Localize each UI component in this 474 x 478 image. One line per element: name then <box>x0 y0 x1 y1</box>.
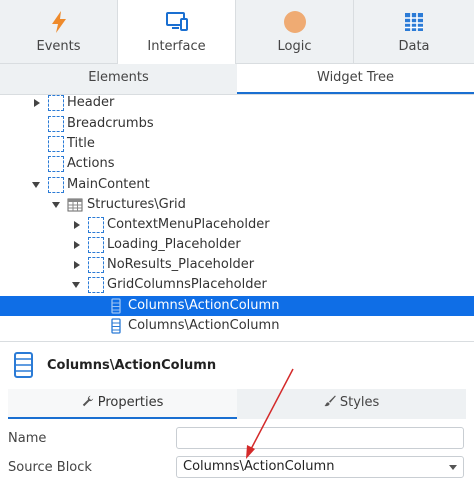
brush-icon <box>324 395 336 407</box>
table-icon <box>405 13 423 31</box>
caret-right-icon[interactable] <box>72 240 82 250</box>
name-label: Name <box>8 431 47 446</box>
tree-item-label: Loading_Placeholder <box>107 237 241 252</box>
caret-down-icon[interactable] <box>71 280 81 290</box>
placeholder-icon <box>88 257 104 273</box>
widget-tree: Header Breadcrumbs Title Actions MainCon… <box>0 95 474 340</box>
source-block-select[interactable]: Columns\ActionColumn <box>176 456 464 478</box>
tree-item-actioncolumn-selected[interactable]: Columns\ActionColumn <box>0 296 474 316</box>
tab-data[interactable]: Data <box>354 0 474 63</box>
placeholder-icon <box>88 277 104 293</box>
placeholder-icon <box>48 156 64 172</box>
tree-item-label: GridColumnsPlaceholder <box>107 277 267 292</box>
tree-item-actioncolumn[interactable]: Columns\ActionColumn <box>0 316 474 336</box>
tree-item-actions[interactable]: Actions <box>0 154 474 174</box>
source-block-label: Source Block <box>8 460 92 475</box>
caret-right-icon[interactable] <box>72 260 82 270</box>
tab-styles-label: Styles <box>339 395 380 410</box>
tree-item-label: Columns\ActionColumn <box>128 298 280 313</box>
tree-item-contextmenuplaceholder[interactable]: ContextMenuPlaceholder <box>0 215 474 235</box>
tree-item-label: MainContent <box>67 177 150 192</box>
tab-widget-tree[interactable]: Widget Tree <box>237 64 474 94</box>
block-icon <box>111 318 121 334</box>
grid-icon <box>67 198 83 212</box>
tree-item-label: Structures\Grid <box>87 197 186 212</box>
tree-item-label: Header <box>67 95 115 110</box>
monitor-icon <box>165 12 188 31</box>
name-field[interactable] <box>176 427 464 449</box>
block-icon <box>111 298 121 314</box>
caret-down-icon[interactable] <box>51 200 61 210</box>
placeholder-icon <box>88 237 104 253</box>
placeholder-icon <box>48 116 64 132</box>
tree-item-structures-grid[interactable]: Structures\Grid <box>0 195 474 215</box>
tab-data-label: Data <box>398 39 430 54</box>
tab-logic-label: Logic <box>277 39 312 54</box>
tree-item-title[interactable]: Title <box>0 134 474 154</box>
tree-item-breadcrumbs[interactable]: Breadcrumbs <box>0 114 474 134</box>
tree-item-label: Columns\ActionColumn <box>128 318 280 333</box>
properties-header: Columns\ActionColumn <box>0 342 474 388</box>
tab-properties[interactable]: Properties <box>8 389 237 419</box>
tree-item-gridcolumnsplaceholder[interactable]: GridColumnsPlaceholder <box>0 275 474 295</box>
block-icon <box>14 352 33 378</box>
tab-elements[interactable]: Elements <box>0 64 237 94</box>
top-tab-bar: Events Interface Logic Data <box>0 0 474 64</box>
tab-events[interactable]: Events <box>0 0 118 63</box>
tree-item-label: NoResults_Placeholder <box>107 257 255 272</box>
chevron-down-icon <box>449 465 457 470</box>
sub-tab-bar: Elements Widget Tree <box>0 64 474 95</box>
tree-item-noresults-placeholder[interactable]: NoResults_Placeholder <box>0 255 474 275</box>
tree-item-maincontent[interactable]: MainContent <box>0 175 474 195</box>
tab-properties-label: Properties <box>97 395 164 410</box>
circle-icon <box>283 11 306 33</box>
placeholder-icon <box>48 136 64 152</box>
tree-item-header[interactable]: Header <box>0 95 474 113</box>
tab-logic[interactable]: Logic <box>236 0 354 63</box>
lightning-icon <box>51 11 66 33</box>
tree-item-loading-placeholder[interactable]: Loading_Placeholder <box>0 235 474 255</box>
properties-title: Columns\ActionColumn <box>47 358 217 373</box>
tab-events-label: Events <box>36 39 81 54</box>
caret-right-icon[interactable] <box>72 220 82 230</box>
tree-item-label: Breadcrumbs <box>67 116 154 131</box>
placeholder-icon <box>48 95 64 111</box>
tab-styles[interactable]: Styles <box>237 389 466 419</box>
tree-item-label: Actions <box>67 156 115 171</box>
placeholder-icon <box>48 177 64 193</box>
tab-interface[interactable]: Interface <box>118 0 236 64</box>
wrench-icon <box>82 395 93 407</box>
tab-interface-label: Interface <box>147 39 206 54</box>
caret-right-icon[interactable] <box>32 98 42 108</box>
caret-down-icon[interactable] <box>31 180 41 190</box>
tree-item-label: Title <box>67 136 95 151</box>
source-block-value: Columns\ActionColumn <box>183 459 335 474</box>
placeholder-icon <box>88 217 104 233</box>
tree-item-label: ContextMenuPlaceholder <box>107 217 270 232</box>
properties-tab-bar: Properties Styles <box>8 389 466 419</box>
